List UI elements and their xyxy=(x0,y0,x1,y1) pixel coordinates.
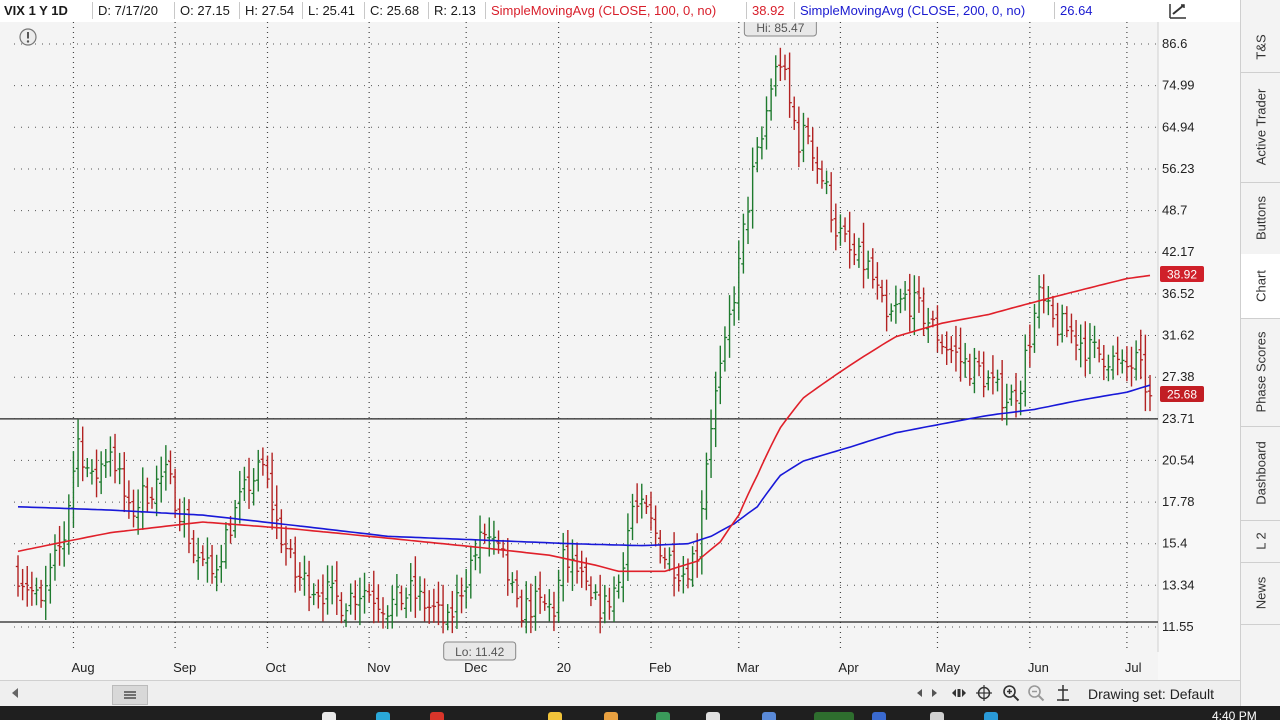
drawing-set-label[interactable]: Drawing set: Default xyxy=(1088,686,1214,702)
divider xyxy=(485,2,486,19)
sma100-label[interactable]: SimpleMovingAvg (CLOSE, 100, 0, no) xyxy=(491,3,716,18)
tab-active-trader[interactable]: Active Trader xyxy=(1241,72,1280,183)
sma100-price-badge-text: 38.92 xyxy=(1167,268,1197,282)
x-tick-label: Apr xyxy=(838,660,859,675)
y-tick-label: 17.78 xyxy=(1162,494,1195,509)
x-tick-label: Sep xyxy=(173,660,196,675)
range-readout: R: 2.13 xyxy=(434,3,476,18)
taskbar-app-icon[interactable] xyxy=(656,712,670,720)
y-tick-label: 48.7 xyxy=(1162,203,1187,218)
pan-icon[interactable] xyxy=(950,685,968,701)
divider xyxy=(302,2,303,19)
taskbar-clock[interactable]: 4:40 PM xyxy=(1212,709,1257,723)
divider xyxy=(746,2,747,19)
x-tick-label: Nov xyxy=(367,660,391,675)
divider xyxy=(239,2,240,19)
chart-settings-area xyxy=(1160,0,1240,22)
y-tick-label: 64.94 xyxy=(1162,119,1195,134)
y-tick-label: 86.6 xyxy=(1162,36,1187,51)
taskbar-app-icon[interactable] xyxy=(930,712,944,720)
sma200-value: 26.64 xyxy=(1060,3,1093,18)
y-tick-label: 20.54 xyxy=(1162,452,1195,467)
open-readout: O: 27.15 xyxy=(180,3,230,18)
alert-icon[interactable] xyxy=(19,28,37,46)
last-price-badge-text: 25.68 xyxy=(1167,388,1197,402)
tab-level-2[interactable]: L 2 xyxy=(1241,520,1280,563)
divider xyxy=(364,2,365,19)
price-chart[interactable]: 86.6 74.99 64.94 56.23 48.7 42.17 36.52 31.62 27… xyxy=(0,17,1240,680)
scroll-left-icon[interactable] xyxy=(10,687,20,699)
y-tick-label: 15.4 xyxy=(1162,536,1187,551)
y-tick-label: 11.55 xyxy=(1162,619,1194,634)
taskbar-app-icon[interactable] xyxy=(548,712,562,720)
high-readout: H: 27.54 xyxy=(245,3,295,18)
hi-callout: Hi: 85.47 xyxy=(743,17,817,37)
y-tick-label: 36.52 xyxy=(1162,286,1195,301)
chart-scroll-handle[interactable] xyxy=(112,685,148,705)
low-readout: L: 25.41 xyxy=(308,3,355,18)
chart-settings-icon[interactable] xyxy=(1168,2,1188,20)
y-tick-label: 23.71 xyxy=(1162,411,1195,426)
x-tick-label: Dec xyxy=(464,660,488,675)
tab-phase-scores[interactable]: Phase Scores xyxy=(1241,318,1280,427)
drawing-tool-icon[interactable] xyxy=(1055,684,1071,702)
chart-header: VIX 1 Y 1D D: 7/17/20 O: 27.15 H: 27.54 … xyxy=(0,0,1160,23)
drag-handle-icon xyxy=(124,691,136,699)
os-taskbar: 4:40 PM xyxy=(0,706,1280,723)
divider xyxy=(92,2,93,19)
y-tick-label: 56.23 xyxy=(1162,161,1195,176)
sma100-value: 38.92 xyxy=(752,3,785,18)
lo-callout-text: Lo: 11.42 xyxy=(455,645,504,659)
divider xyxy=(174,2,175,19)
y-tick-label: 27.38 xyxy=(1162,369,1195,384)
divider xyxy=(794,2,795,19)
y-tick-label: 42.17 xyxy=(1162,244,1195,259)
sma200-label[interactable]: SimpleMovingAvg (CLOSE, 200, 0, no) xyxy=(800,3,1025,18)
tab-times-and-sales[interactable]: T&S xyxy=(1241,22,1280,73)
hi-callout-text: Hi: 85.47 xyxy=(756,22,804,35)
x-tick-label: Mar xyxy=(737,660,760,675)
date-readout: D: 7/17/20 xyxy=(98,3,158,18)
divider xyxy=(1054,2,1055,19)
scroll-right-small-icon[interactable] xyxy=(930,687,940,699)
x-tick-label: Aug xyxy=(71,660,94,675)
x-tick-label: Jun xyxy=(1028,660,1049,675)
taskbar-app-icon[interactable] xyxy=(430,712,444,720)
x-tick-label: May xyxy=(935,660,960,675)
tab-news[interactable]: News xyxy=(1241,562,1280,625)
x-tick-label: Jul xyxy=(1125,660,1142,675)
y-tick-label: 31.62 xyxy=(1162,328,1195,343)
tab-buttons[interactable]: Buttons xyxy=(1241,182,1280,255)
tab-dashboard[interactable]: Dashboard xyxy=(1241,426,1280,521)
x-tick-label: Oct xyxy=(266,660,287,675)
divider xyxy=(428,2,429,19)
taskbar-app-icon[interactable] xyxy=(322,712,336,720)
crosshair-icon[interactable] xyxy=(976,685,992,701)
tab-chart[interactable]: Chart xyxy=(1241,254,1280,319)
plot-background xyxy=(0,22,1158,680)
taskbar-app-icon[interactable] xyxy=(706,712,720,720)
taskbar-app-icon[interactable] xyxy=(762,712,776,720)
lo-callout: Lo: 11.42 xyxy=(443,641,517,661)
taskbar-app-icon[interactable] xyxy=(376,712,390,720)
taskbar-app-icon[interactable] xyxy=(604,712,618,720)
y-tick-label: 13.34 xyxy=(1162,577,1195,592)
x-tick-label: Feb xyxy=(649,660,671,675)
close-readout: C: 25.68 xyxy=(370,3,420,18)
zoom-in-icon[interactable] xyxy=(1002,684,1020,702)
right-sidebar: T&S Active Trader Buttons Chart Phase Sc… xyxy=(1240,0,1280,706)
chart-area[interactable]: 86.6 74.99 64.94 56.23 48.7 42.17 36.52 31.62 27… xyxy=(0,17,1240,680)
zoom-out-icon[interactable] xyxy=(1027,684,1045,702)
bottom-toolbar: Drawing set: Default xyxy=(0,680,1240,707)
symbol-label[interactable]: VIX 1 Y 1D xyxy=(4,3,68,18)
scroll-left-small-icon[interactable] xyxy=(914,687,924,699)
y-tick-label: 74.99 xyxy=(1162,78,1195,93)
taskbar-app-icon[interactable] xyxy=(814,712,854,720)
taskbar-app-icon[interactable] xyxy=(872,712,886,720)
x-tick-label: 20 xyxy=(557,660,571,675)
taskbar-app-icon[interactable] xyxy=(984,712,998,720)
